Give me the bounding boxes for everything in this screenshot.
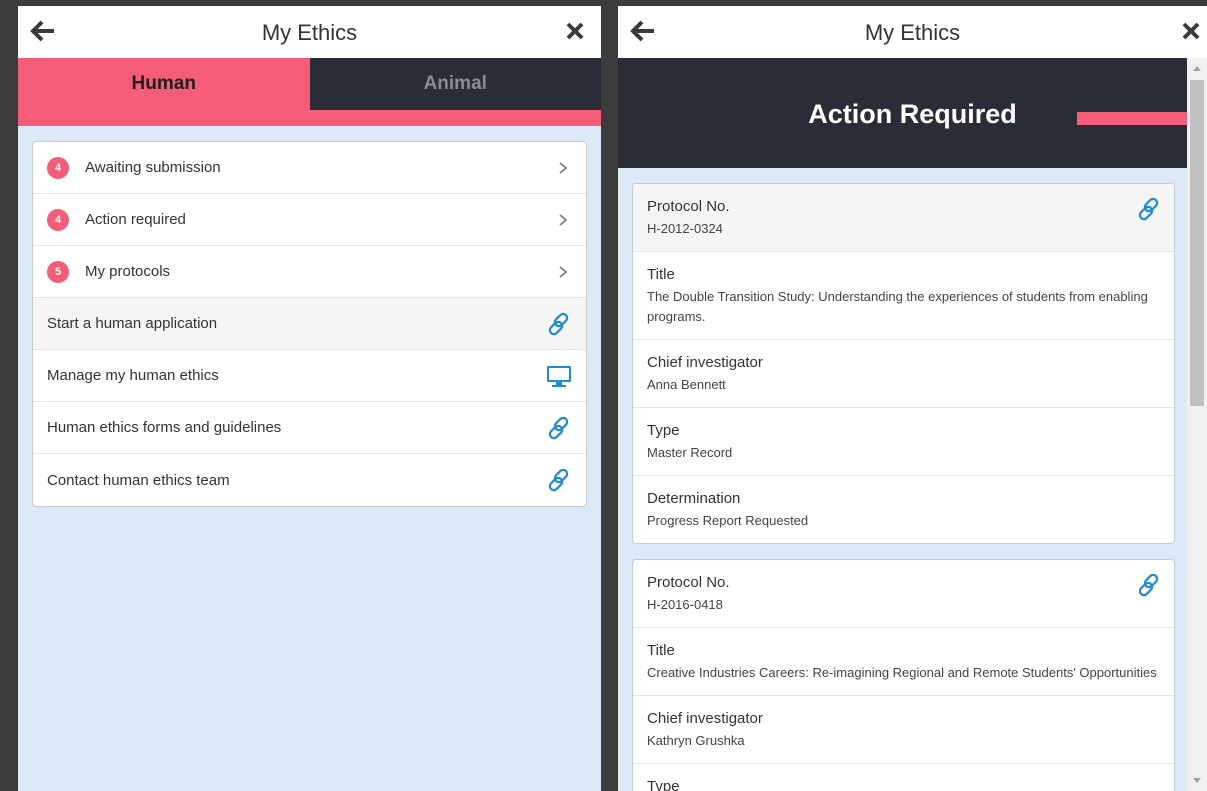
menu-item-my-protocols[interactable]: 5 My protocols xyxy=(33,246,586,298)
chevron-right-icon xyxy=(559,161,568,174)
human-menu: 4 Awaiting submission 4 Action required … xyxy=(32,141,587,507)
field-label: Title xyxy=(647,642,675,659)
menu-item-label: Human ethics forms and guidelines xyxy=(47,419,282,436)
heading-accent-bar xyxy=(1077,112,1187,125)
field-label: Protocol No. xyxy=(647,198,730,215)
field-label: Determination xyxy=(647,490,741,507)
tab-human[interactable]: Human xyxy=(18,58,310,110)
vertical-scrollbar[interactable] xyxy=(1187,58,1207,791)
left-page-title: My Ethics xyxy=(261,20,358,45)
right-topbar: My Ethics xyxy=(618,6,1207,58)
protocol-number: H-2012-0324 xyxy=(647,221,723,236)
type-field: Type Master Record xyxy=(633,408,1174,476)
left-panel: My Ethics Human Animal 4 Awaiting submis… xyxy=(18,6,601,791)
field-label: Type xyxy=(647,422,680,439)
chevron-right-icon xyxy=(559,213,568,226)
protocol-card: Protocol No. H-2012-0324 Title The Doubl… xyxy=(632,183,1175,544)
count-badge: 4 xyxy=(47,208,69,231)
protocol-type: Master Record xyxy=(647,445,733,460)
scrollbar-thumb[interactable] xyxy=(1190,80,1204,406)
link-icon xyxy=(548,312,569,335)
scroll-up-arrow-icon[interactable] xyxy=(1193,66,1201,71)
type-field: Type xyxy=(633,764,1174,791)
section-header: Action Required xyxy=(618,58,1207,168)
chief-investigator-field: Chief investigator Kathryn Grushka xyxy=(633,696,1174,764)
scroll-down-arrow-icon[interactable] xyxy=(1193,778,1201,783)
protocol-number-field: Protocol No. H-2012-0324 xyxy=(633,184,1174,252)
determination-field: Determination Progress Report Requested xyxy=(633,476,1174,543)
menu-item-label: Action required xyxy=(85,211,186,228)
chief-investigator: Kathryn Grushka xyxy=(647,733,745,748)
title-field: Title The Double Transition Study: Under… xyxy=(633,252,1174,340)
left-topbar: My Ethics xyxy=(18,6,601,58)
menu-item-label: Manage my human ethics xyxy=(47,367,219,384)
tab-animal[interactable]: Animal xyxy=(309,58,601,110)
right-page-title: My Ethics xyxy=(864,20,961,45)
ethics-tabs: Human Animal xyxy=(18,58,601,110)
title-field: Title Creative Industries Careers: Re-im… xyxy=(633,628,1174,696)
field-label: Chief investigator xyxy=(647,710,763,727)
menu-item-label: Start a human application xyxy=(47,315,218,332)
menu-item-awaiting-submission[interactable]: 4 Awaiting submission xyxy=(33,142,586,194)
link-icon xyxy=(548,416,569,439)
protocol-number: H-2016-0418 xyxy=(647,597,723,612)
close-icon[interactable] xyxy=(563,19,587,43)
menu-item-label: My protocols xyxy=(85,263,171,280)
count-badge: 4 xyxy=(47,156,69,179)
determination: Progress Report Requested xyxy=(647,513,809,528)
protocol-list: Protocol No. H-2012-0324 Title The Doubl… xyxy=(618,168,1187,791)
right-panel: My Ethics Action Required Protocol No. H… xyxy=(618,6,1207,791)
protocol-card: Protocol No. H-2016-0418 Title Creative … xyxy=(632,559,1175,791)
protocol-title: The Double Transition Study: Understandi… xyxy=(647,289,1148,324)
link-icon xyxy=(548,468,569,492)
chevron-right-icon xyxy=(559,265,568,278)
link-icon[interactable] xyxy=(1136,196,1162,222)
field-label: Chief investigator xyxy=(647,354,763,371)
protocol-title: Creative Industries Careers: Re-imaginin… xyxy=(647,665,1157,680)
menu-item-manage-human-ethics[interactable]: Manage my human ethics xyxy=(33,350,586,402)
menu-item-label: Contact human ethics team xyxy=(47,471,230,489)
chief-investigator: Anna Bennett xyxy=(647,377,726,392)
field-label: Protocol No. xyxy=(647,574,730,591)
menu-item-action-required[interactable]: 4 Action required xyxy=(33,194,586,246)
menu-item-human-ethics-forms[interactable]: Human ethics forms and guidelines xyxy=(33,402,586,454)
field-label: Title xyxy=(647,266,675,283)
menu-item-label: Awaiting submission xyxy=(85,159,221,176)
count-badge: 5 xyxy=(47,260,69,283)
close-icon[interactable] xyxy=(1179,19,1203,43)
chief-investigator-field: Chief investigator Anna Bennett xyxy=(633,340,1174,408)
tab-indicator-strip xyxy=(18,110,601,126)
monitor-icon xyxy=(547,365,571,387)
protocol-number-field: Protocol No. H-2016-0418 xyxy=(633,560,1174,628)
link-icon[interactable] xyxy=(1136,572,1162,598)
field-label: Type xyxy=(647,778,680,791)
menu-item-contact-human-ethics[interactable]: Contact human ethics team xyxy=(33,454,586,506)
menu-item-start-human-application[interactable]: Start a human application xyxy=(33,298,586,350)
